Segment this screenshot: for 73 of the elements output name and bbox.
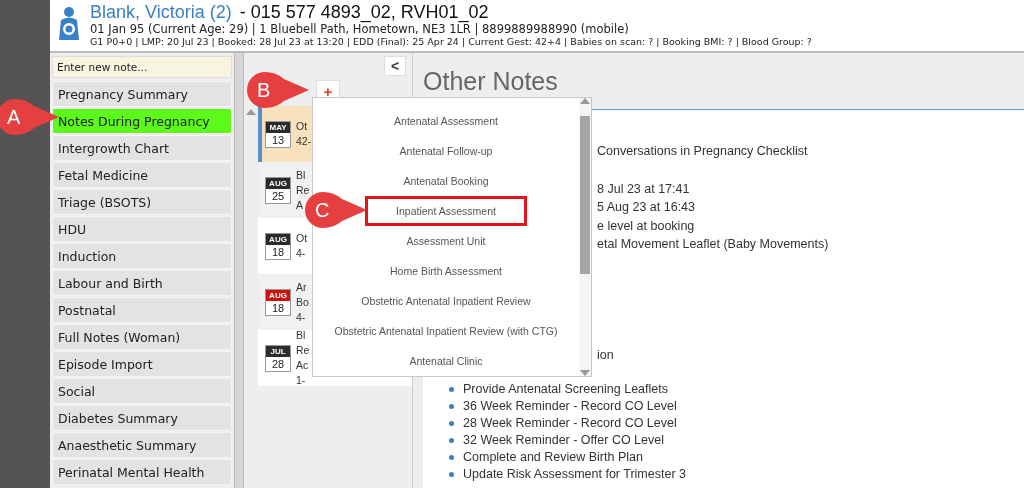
note-text: Bl (296, 328, 307, 343)
note-text: 4- (296, 246, 307, 261)
callout-marker: A (0, 98, 60, 136)
note-text: Ot (296, 119, 309, 134)
collapse-button[interactable]: < (384, 56, 406, 76)
date-badge: AUG 18 (265, 232, 291, 260)
note-text: Ac (296, 358, 310, 373)
note-text: 42- (296, 134, 312, 149)
bullet-icon (449, 387, 454, 392)
sidebar-item[interactable]: Triage (BSOTS) (52, 189, 232, 215)
sidebar-item[interactable]: Induction (52, 243, 232, 269)
checklist-item: 32 Week Reminder - Offer CO Level (463, 432, 664, 449)
sidebar-item[interactable]: Episode Import (52, 351, 232, 377)
note-text: Bo (296, 294, 309, 310)
menu-item[interactable]: Obstetric Antenatal Inpatient Review (with CTG) (325, 316, 567, 346)
date-badge: AUG 18 (265, 288, 291, 316)
menu-item[interactable]: Inpatient Assessment (365, 196, 527, 226)
menu-item[interactable]: Assessment Unit (397, 226, 495, 256)
menu-item[interactable]: Antenatal Follow-up (390, 136, 502, 166)
sidebar-item[interactable]: Anaesthetic Summary (52, 432, 232, 458)
bullet-icon (449, 472, 454, 477)
sidebar-item[interactable]: Social (52, 378, 232, 404)
patient-title: Blank, Victoria (2) - 015 577 4893_02, RVH01_02 (90, 2, 490, 22)
sidebar-item[interactable]: Intergrowth Chart (52, 135, 232, 161)
note-text: Re (296, 343, 310, 358)
menu-item[interactable]: Antenatal Clinic (400, 346, 492, 376)
scrollbar-track[interactable] (234, 53, 244, 488)
patient-details: 01 Jan 95 (Current Age: 29) | 1 Bluebell Path, Hometown, NE3 1LR | 8899889988990 (mobile) (90, 22, 630, 36)
note-text: A (296, 197, 304, 213)
bullet-icon (449, 404, 454, 409)
callout-marker: B (246, 71, 310, 109)
note-text: 4- (296, 309, 307, 325)
page-title: Other Notes (422, 66, 559, 97)
checklist-item: 28 Week Reminder - Record CO Level (463, 415, 677, 432)
date-badge: JUL 28 (265, 344, 291, 372)
sidebar-item[interactable]: Notes During Pregnancy (52, 108, 232, 134)
note-text: Ar (296, 279, 308, 295)
menu-item[interactable]: Obstetric Antenatal Inpatient Review (352, 286, 540, 316)
pregnancy-summary-line: G1 P0+0 | LMP: 20 Jul 23 | Booked: 28 Jul 23 at 13:20 | EDD (Final): 25 Apr 24 | Current Gest: 42+4 | Babies on scan: ? | Booking BMI: ? | Blood Group: ? (90, 36, 812, 48)
sidebar-item[interactable]: Diabetes Summary (52, 405, 232, 431)
scroll-down-icon[interactable] (580, 370, 590, 376)
scroll-up-icon[interactable] (580, 98, 590, 104)
menu-item[interactable]: Antenatal Assessment (385, 106, 507, 136)
checklist-item: Update Risk Assessment for Trimester 3 (463, 466, 686, 483)
sidebar-item[interactable]: Postnatal (52, 297, 232, 323)
sidebar-item[interactable]: Pregnancy Summary (52, 81, 232, 107)
bullet-icon (449, 421, 454, 426)
note-line: ion (597, 346, 615, 364)
note-line: Conversations in Pregnancy Checklist (597, 143, 809, 160)
checklist-item: 36 Week Reminder - Record CO Level (463, 398, 677, 415)
menu-item[interactable]: Antenatal Booking (394, 166, 498, 196)
note-text: Ot (296, 231, 308, 246)
date-badge: AUG 25 (265, 176, 291, 204)
note-line: e level at booking (597, 217, 696, 235)
menu-item[interactable]: Home Birth Assessment (380, 256, 511, 286)
sidebar-item[interactable]: Fetal Medicine (52, 162, 232, 188)
sidebar-item[interactable]: Full Notes (Woman) (52, 324, 232, 350)
note-text: 1- (296, 373, 307, 388)
note-line: 8 Jul 23 at 17:41 (597, 180, 691, 198)
sidebar-item[interactable]: Labour and Birth (52, 270, 232, 296)
bullet-icon (449, 455, 454, 460)
date-badge: MAY 13 (265, 120, 291, 148)
checklist-item: Provide Antenatal Screening Leaflets (463, 381, 668, 398)
scrollbar-thumb[interactable] (580, 116, 590, 274)
bullet-icon (449, 438, 454, 443)
sidebar-item[interactable]: Perinatal Mental Health (52, 459, 232, 485)
new-note-field[interactable]: Enter new note... (52, 56, 232, 78)
note-line: 5 Aug 23 at 16:43 (597, 199, 696, 216)
mother-baby-icon (56, 6, 82, 40)
checklist-item: Complete and Review Birth Plan (463, 449, 643, 466)
note-line: etal Movement Leaflet (Baby Movements) (597, 236, 830, 253)
note-text: Bl (296, 167, 307, 183)
sidebar-item[interactable]: HDU (52, 216, 232, 242)
